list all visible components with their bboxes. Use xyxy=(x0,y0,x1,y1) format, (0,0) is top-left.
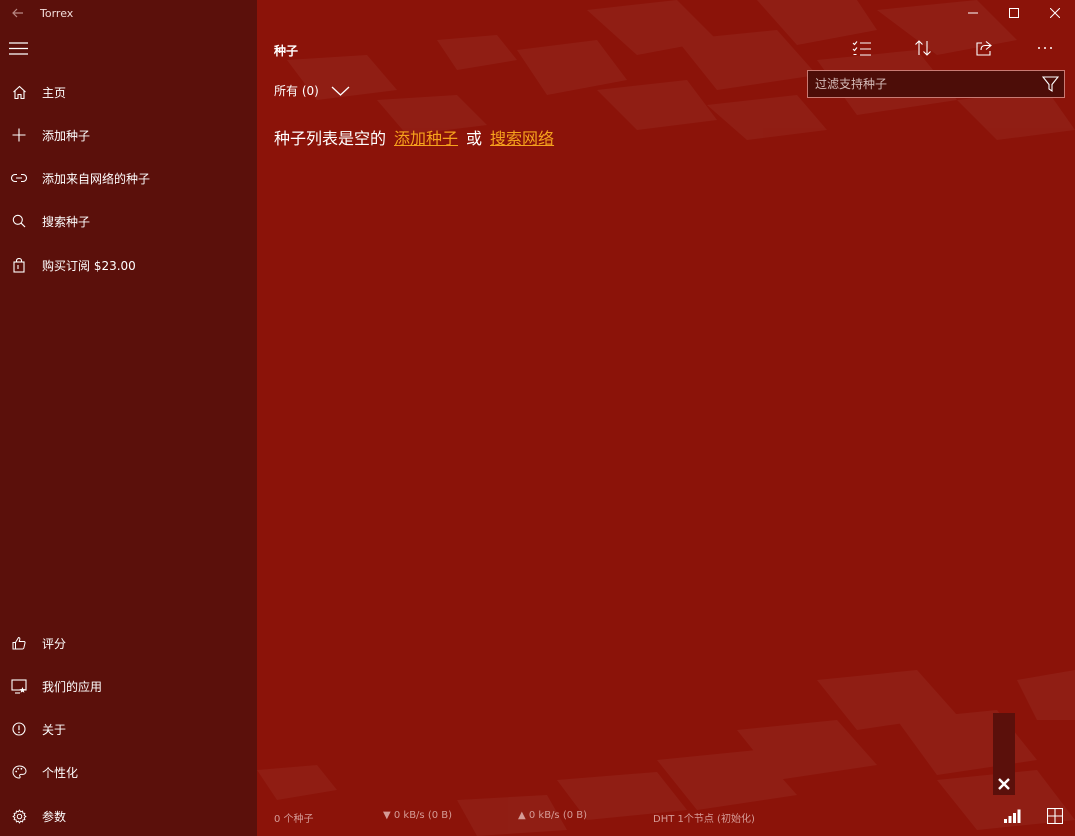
dht-status: DHT 1个节点 (初始化) xyxy=(653,814,755,825)
nav-item-label: 评分 xyxy=(42,636,67,651)
nav-item-home[interactable]: 主页 xyxy=(0,72,257,112)
filter-box xyxy=(807,70,1065,98)
nav-item-about[interactable]: 关于 xyxy=(0,709,257,749)
connection-status-button[interactable] xyxy=(1001,806,1023,826)
shopping-bag-icon xyxy=(10,256,28,274)
checklist-icon xyxy=(852,41,871,56)
grid-icon xyxy=(1047,808,1063,824)
home-icon xyxy=(10,83,28,101)
window-controls xyxy=(952,0,1075,26)
close-icon xyxy=(998,778,1010,790)
add-torrent-link[interactable]: 添加种子 xyxy=(394,125,458,149)
close-icon xyxy=(1049,8,1060,18)
torrent-count: 0 个种子 xyxy=(274,814,314,825)
layout-button[interactable] xyxy=(1044,806,1066,826)
filter-input[interactable] xyxy=(808,71,1036,97)
palette-icon xyxy=(10,763,28,781)
sort-icon xyxy=(914,40,931,56)
link-icon xyxy=(10,169,28,187)
share-button[interactable] xyxy=(953,34,1014,62)
filter-icon xyxy=(1041,76,1059,92)
titlebar-left: Torrex xyxy=(0,0,73,26)
more-button[interactable] xyxy=(1014,34,1075,62)
nav-item-label: 参数 xyxy=(42,809,67,824)
status-bar: 0 个种子 ▼ 0 kB/s (0 B) ▲ 0 kB/s (0 B) DHT … xyxy=(257,806,1075,826)
nav-item-label: 个性化 xyxy=(42,765,79,780)
page-title: 种子 xyxy=(274,44,299,58)
maximize-icon xyxy=(1008,8,1019,18)
gear-icon xyxy=(10,807,28,825)
hamburger-icon xyxy=(9,41,28,55)
or-text: 或 xyxy=(466,129,483,148)
category-dropdown[interactable]: 所有 (0) xyxy=(274,82,350,99)
plus-icon xyxy=(10,126,28,144)
nav-item-add-from-url[interactable]: 添加来自网络的种子 xyxy=(0,158,257,198)
nav-item-settings[interactable]: 参数 xyxy=(0,796,257,836)
sort-button[interactable] xyxy=(892,34,953,62)
nav-item-label: 添加种子 xyxy=(42,128,91,143)
apps-icon xyxy=(10,677,28,695)
hamburger-menu-button[interactable] xyxy=(9,40,29,56)
nav-item-our-apps[interactable]: 我们的应用 xyxy=(0,666,257,706)
nav-item-label: 购买订阅 $23.00 xyxy=(42,258,136,273)
nav-item-buy-subscription[interactable]: 购买订阅 $23.00 xyxy=(0,245,257,285)
dropdown-label: 所有 (0) xyxy=(274,84,319,98)
thumbs-up-icon xyxy=(10,634,28,652)
nav-item-search[interactable]: 搜索种子 xyxy=(0,201,257,241)
close-button[interactable] xyxy=(1034,0,1075,26)
minimize-icon xyxy=(967,12,978,14)
share-icon xyxy=(975,41,992,56)
nav-item-label: 我们的应用 xyxy=(42,679,103,694)
chevron-down-icon xyxy=(331,86,350,96)
empty-message: 种子列表是空的 添加种子 或 搜索网络 xyxy=(274,125,554,149)
download-speed: ▼ 0 kB/s (0 B) xyxy=(383,810,453,821)
app-title: Torrex xyxy=(40,6,74,20)
main-content: 种子 所有 (0) 种子列表是空的 添加种子 或 搜索网络 0 个种子 xyxy=(257,0,1075,836)
arrow-left-icon xyxy=(12,8,23,18)
nav-item-label: 主页 xyxy=(42,85,67,100)
signal-bars-icon xyxy=(1004,809,1021,823)
search-icon xyxy=(10,212,28,230)
info-icon xyxy=(10,720,28,738)
nav-item-add-torrent[interactable]: 添加种子 xyxy=(0,115,257,155)
nav-item-label: 添加来自网络的种子 xyxy=(42,171,151,186)
sidebar: Torrex 主页 添加种子 添加来自网络的种子 搜索种子 购买订阅 $23.0… xyxy=(0,0,257,836)
dismiss-button[interactable] xyxy=(996,776,1012,792)
nav-item-rate[interactable]: 评分 xyxy=(0,623,257,663)
nav-item-label: 关于 xyxy=(42,722,67,737)
select-button[interactable] xyxy=(831,34,892,62)
nav-item-label: 搜索种子 xyxy=(42,214,91,229)
nav-item-personalize[interactable]: 个性化 xyxy=(0,752,257,792)
maximize-button[interactable] xyxy=(993,0,1034,26)
back-button[interactable] xyxy=(0,0,36,26)
empty-text: 种子列表是空的 xyxy=(274,129,387,148)
toolbar xyxy=(831,34,1075,62)
more-icon xyxy=(1037,47,1052,49)
upload-speed: ▲ 0 kB/s (0 B) xyxy=(518,810,588,821)
search-network-link[interactable]: 搜索网络 xyxy=(490,125,554,149)
minimize-button[interactable] xyxy=(952,0,993,26)
filter-button[interactable] xyxy=(1036,71,1064,97)
